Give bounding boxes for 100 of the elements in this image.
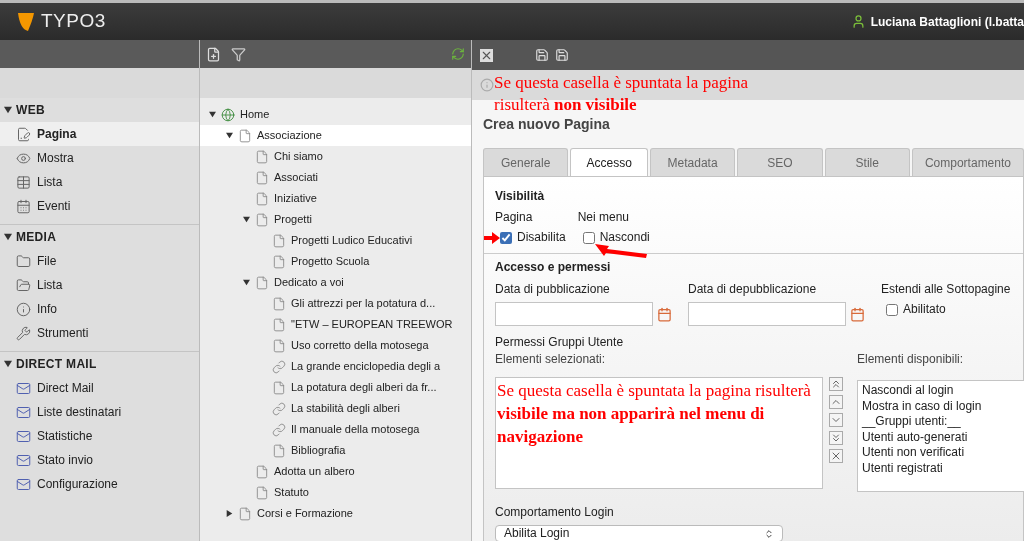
module-group-title: DIRECT MAIL [16, 356, 97, 373]
field-label: Pagina [495, 210, 534, 225]
available-list[interactable]: Nascondi al login Mostra in caso di login __Gruppi utenti:__ Utenti auto-generati Utenti non verificati Utenti registrati [857, 380, 1024, 492]
module-item[interactable]: Stato invio [0, 448, 199, 472]
module-item[interactable]: Eventi [0, 194, 199, 218]
section-heading: Visibilità [495, 189, 546, 204]
filter-icon[interactable] [231, 46, 246, 62]
save-icon[interactable] [535, 48, 549, 62]
selected-list[interactable]: Se questa casella è spuntata la pagina risulterà visibile ma non apparirà nel menu di navigazione [495, 377, 823, 489]
tab[interactable]: Comportamento [911, 148, 1024, 176]
module-item[interactable]: Lista [0, 273, 199, 297]
page-icon [238, 506, 252, 521]
tab[interactable]: Metadata [649, 148, 736, 176]
tree-row[interactable]: Gli attrezzi per la potatura d... [200, 293, 471, 314]
mail-icon [16, 404, 31, 420]
tree-row[interactable]: Associati [200, 167, 471, 188]
list-option[interactable]: Nascondi al login [862, 383, 1024, 399]
tree-row[interactable]: Home [200, 104, 471, 125]
toggle-icon[interactable] [226, 132, 233, 139]
checkbox[interactable] [886, 303, 898, 316]
user-name[interactable]: Luciana Battaglioni (l.batta [870, 12, 1024, 31]
date-field[interactable] [495, 302, 653, 326]
tree-row[interactable]: Dedicato a voi [200, 272, 471, 293]
calendar-icon[interactable] [850, 306, 865, 322]
module-item[interactable]: File [0, 249, 199, 273]
list-option[interactable]: Utenti non verificati [862, 445, 1024, 461]
module-item[interactable]: Info [0, 297, 199, 321]
list-option[interactable]: Utenti registrati [862, 460, 1024, 476]
tree-label: Progetti [274, 212, 312, 228]
tree-row[interactable]: Chi siamo [200, 146, 471, 167]
logo-text: TYPO3 [41, 9, 106, 34]
module-item[interactable]: Mostra [0, 146, 199, 170]
list-option[interactable]: __Gruppi utenti:__ [862, 414, 1024, 430]
tree-row[interactable]: La potatura degli alberi da fr... [200, 377, 471, 398]
toggle-icon[interactable] [226, 510, 233, 517]
list-label: Elementi selezionati: [495, 352, 607, 367]
module-item[interactable]: Statistiche [0, 424, 199, 448]
checkbox[interactable] [500, 231, 512, 244]
remove-icon[interactable] [829, 449, 843, 463]
list-option[interactable]: Mostra in caso di login [862, 398, 1024, 414]
toggle-icon[interactable] [243, 216, 250, 223]
annotation: Se questa casella è spuntata la pagina risulterà visibile ma non apparirà nel menu di navigazione [497, 380, 812, 448]
toggle-icon[interactable] [4, 233, 12, 241]
module-item[interactable]: Pagina [0, 122, 199, 146]
tree-row[interactable]: Progetto Scuola [200, 251, 471, 272]
tab[interactable]: Generale [483, 148, 569, 176]
wrench-icon [16, 325, 31, 341]
tree-label: Gli attrezzi per la potatura d... [291, 296, 436, 312]
tree-row[interactable]: La stabilità degli alberi [200, 398, 471, 419]
module-item[interactable]: Configurazione [0, 472, 199, 496]
eye-icon [16, 150, 31, 166]
module-item[interactable]: Strumenti [0, 321, 199, 345]
tree-row[interactable]: Corsi e Formazione [200, 503, 471, 524]
list-option[interactable]: Utenti auto-generati [862, 429, 1024, 445]
date-field[interactable] [688, 302, 846, 326]
tab[interactable]: SEO [737, 148, 823, 176]
module-group-title: MEDIA [16, 229, 57, 246]
tree-row[interactable]: Iniziative [200, 188, 471, 209]
page-icon [255, 191, 269, 206]
new-page-icon[interactable] [206, 46, 221, 62]
tree-row[interactable]: Statuto [200, 482, 471, 503]
module-item[interactable]: Direct Mail [0, 376, 199, 400]
tree-row[interactable]: Bibliografia [200, 440, 471, 461]
toggle-icon[interactable] [4, 106, 12, 114]
page-icon [255, 212, 269, 227]
module-item[interactable]: Lista [0, 170, 199, 194]
tree-label: Associati [274, 170, 319, 186]
form-title: Crea nuovo Pagina [483, 115, 611, 134]
save-close-icon[interactable] [555, 48, 569, 62]
tree-row[interactable]: Progetti [200, 209, 471, 230]
tree-row[interactable]: "ETW – EUROPEAN TREEWOR [200, 314, 471, 335]
page-icon [272, 338, 286, 353]
calendar-icon[interactable] [657, 306, 672, 322]
login-select[interactable]: Abilita Login [495, 525, 783, 541]
page-edit-icon [16, 126, 31, 142]
move-top-icon[interactable] [829, 377, 843, 391]
section-heading: Accesso e permessi [495, 260, 612, 275]
tree-row[interactable]: Uso corretto della motosega [200, 335, 471, 356]
tree-row[interactable]: Il manuale della motosega [200, 419, 471, 440]
refresh-icon[interactable] [451, 47, 465, 61]
close-icon[interactable] [480, 48, 493, 62]
tree-row[interactable]: Adotta un albero [200, 461, 471, 482]
tree-row[interactable]: La grande enciclopedia degli a [200, 356, 471, 377]
toggle-icon[interactable] [4, 360, 12, 368]
tree-row[interactable]: Associazione [200, 125, 471, 146]
checkbox-label: Disabilita [517, 230, 566, 245]
tab[interactable]: Accesso [570, 148, 648, 176]
checkbox[interactable] [582, 231, 595, 244]
checkbox-label: Nascondi [599, 230, 650, 245]
page-icon [272, 380, 286, 395]
info-icon [16, 301, 31, 317]
move-bottom-icon[interactable] [829, 431, 843, 445]
toggle-icon[interactable] [243, 279, 250, 286]
tree-label: Statuto [274, 485, 309, 501]
toggle-icon[interactable] [209, 111, 216, 118]
tree-label: Iniziative [274, 191, 317, 207]
tab[interactable]: Stile [824, 148, 910, 176]
tree-label: La potatura degli alberi da fr... [291, 380, 437, 396]
tree-row[interactable]: Progetti Ludico Educativi [200, 230, 471, 251]
module-item[interactable]: Liste destinatari [0, 400, 199, 424]
